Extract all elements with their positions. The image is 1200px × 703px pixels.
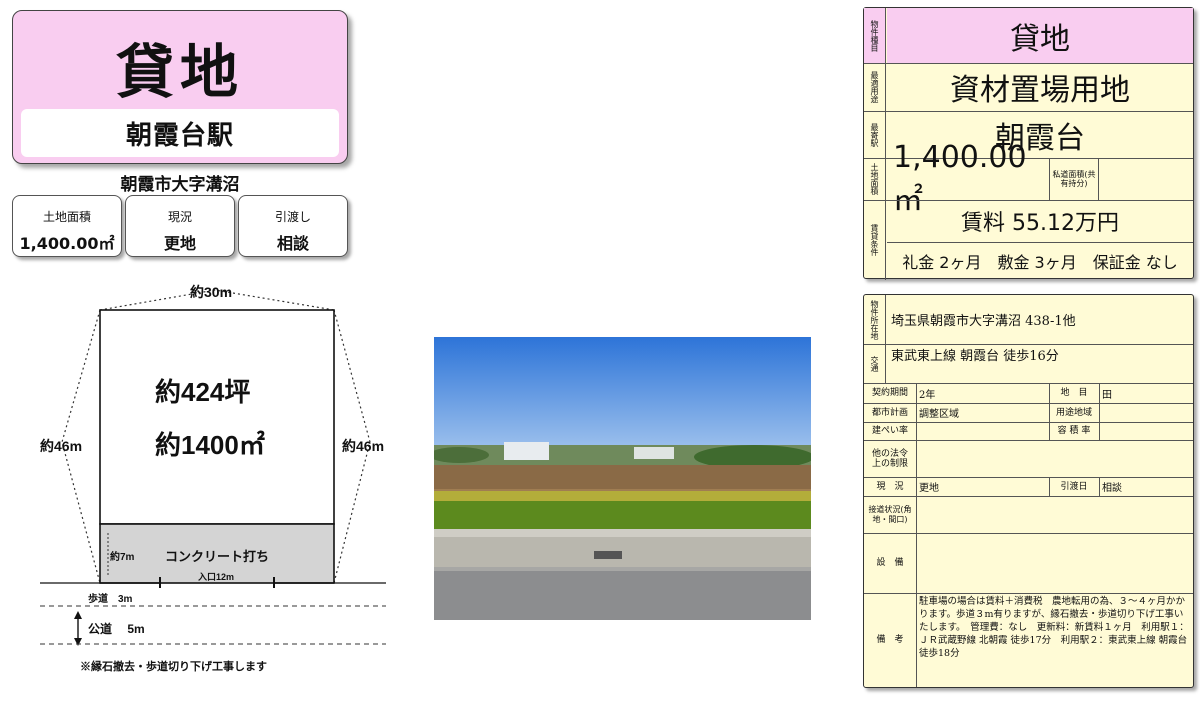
- handover-value: 相談: [276, 234, 309, 253]
- access-header: 交通: [864, 344, 886, 383]
- summary-table: 物件種目 貸地 最適用途 資材置場用地 最寄駅 朝霞台 土地面積 1,400.0…: [863, 7, 1194, 280]
- city-plan-header: 都市計画: [871, 407, 908, 418]
- road-access-header: 接道状況(角地・間口): [868, 504, 912, 524]
- yoseki-value: [1099, 422, 1193, 440]
- summary-use: 資材置場用地: [950, 73, 1130, 108]
- kenpei-value: [916, 422, 1049, 440]
- contract-header: 契約期間: [871, 388, 908, 398]
- status-tile: 現況 更地: [125, 195, 235, 257]
- road-access-value: [916, 496, 1193, 533]
- remarks-header: 備 考: [876, 635, 904, 645]
- use-header: 最適用途: [864, 63, 886, 111]
- chimoku-value: 田: [1102, 389, 1112, 401]
- road-label: 公道 5m: [88, 622, 145, 636]
- land-area-tile: 土地面積 1,400.00㎡: [12, 195, 122, 257]
- diagram-note: ※縁石撤去・歩道切り下げ工事します: [80, 661, 267, 673]
- law-header: 他の法令上の制限: [871, 448, 908, 469]
- summary-area: 1,400.00㎡: [893, 139, 1027, 218]
- sidewalk-label: 歩道 3m: [88, 594, 133, 605]
- site-photo-svg: [434, 337, 811, 620]
- lot-outline: [99, 309, 335, 525]
- land-area-value: 1,400.00㎡: [19, 234, 115, 253]
- handover-date-header: 引渡日: [1060, 481, 1088, 492]
- access-value: 東武東上線 朝霞台 徒歩16分: [891, 348, 1059, 364]
- city-plan-value: 調整区域: [919, 409, 959, 420]
- tsubo-label: 約424坪: [155, 377, 251, 407]
- status-value: 更地: [163, 234, 196, 253]
- detail-table: 物件所在地 埼玉県朝霞市大字溝沼 438-1他 交通 東武東上線 朝霞台 徒歩1…: [863, 294, 1194, 688]
- property-type-title: 貸地: [115, 38, 244, 106]
- handover-date-value: 相談: [1102, 483, 1122, 494]
- kind-header: 物件種目: [864, 8, 886, 63]
- entrance-label: 入口12m: [198, 572, 235, 582]
- status-detail-value: 更地: [919, 483, 939, 494]
- status-header: 現 況: [876, 481, 904, 492]
- zoning-value: [1099, 403, 1193, 422]
- rent-header: 賃貸条件: [864, 200, 886, 280]
- contract-value: 2年: [919, 389, 936, 401]
- status-label: 現況: [167, 210, 192, 224]
- area-header: 土地面積: [864, 158, 886, 200]
- site-photo: [434, 337, 811, 620]
- private-road-value: [1099, 158, 1193, 200]
- kenpei-header: 建ぺい率: [871, 426, 908, 436]
- zoning-header: 用途地域: [1055, 407, 1092, 418]
- summary-terms: 礼金 2ヶ月 敷金 3ヶ月 保証金 なし: [902, 253, 1178, 272]
- concrete-label: コンクリート打ち: [165, 549, 270, 564]
- summary-kind: 貸地: [887, 8, 1193, 63]
- law-value: [916, 440, 1193, 477]
- property-type-card: 貸地 朝霞台駅: [12, 10, 348, 164]
- private-road-header: 私道面積(共有持分): [1052, 170, 1096, 188]
- site-plan-svg: [40, 289, 386, 646]
- concrete-depth-label: 約7m: [110, 552, 135, 563]
- left-depth-label: 約46m: [40, 438, 83, 454]
- width-label: 約30m: [190, 284, 233, 300]
- sqm-label: 約1400㎡: [155, 430, 265, 460]
- yoseki-header: 容 積 率: [1057, 426, 1091, 436]
- chimoku-header: 地 目: [1060, 388, 1088, 398]
- location-header: 物件所在地: [864, 295, 886, 344]
- station-header: 最寄駅: [864, 111, 886, 158]
- site-plan-diagram: 約30m 約46m 約46m 約424坪 約1400㎡ コンクリート打ち 約7m…: [0, 270, 420, 700]
- location-value: 埼玉県朝霞市大字溝沼 438-1他: [891, 314, 1076, 329]
- summary-rent: 賃料 55.12万円: [961, 211, 1119, 236]
- remarks-value: 駐車場の場合は賃料＋消費税 農地転用の為、３～４ヶ月かかります。歩道３m有ります…: [919, 596, 1189, 659]
- land-area-label: 土地面積: [42, 210, 91, 224]
- station-name: 朝霞台駅: [21, 109, 339, 157]
- facility-header: 設 備: [876, 558, 904, 568]
- handover-label: 引渡し: [274, 210, 311, 224]
- handover-tile: 引渡し 相談: [238, 195, 348, 257]
- facility-value: [916, 533, 1193, 593]
- right-depth-label: 約46m: [342, 438, 385, 454]
- address-line: 朝霞市大字溝沼: [120, 175, 240, 195]
